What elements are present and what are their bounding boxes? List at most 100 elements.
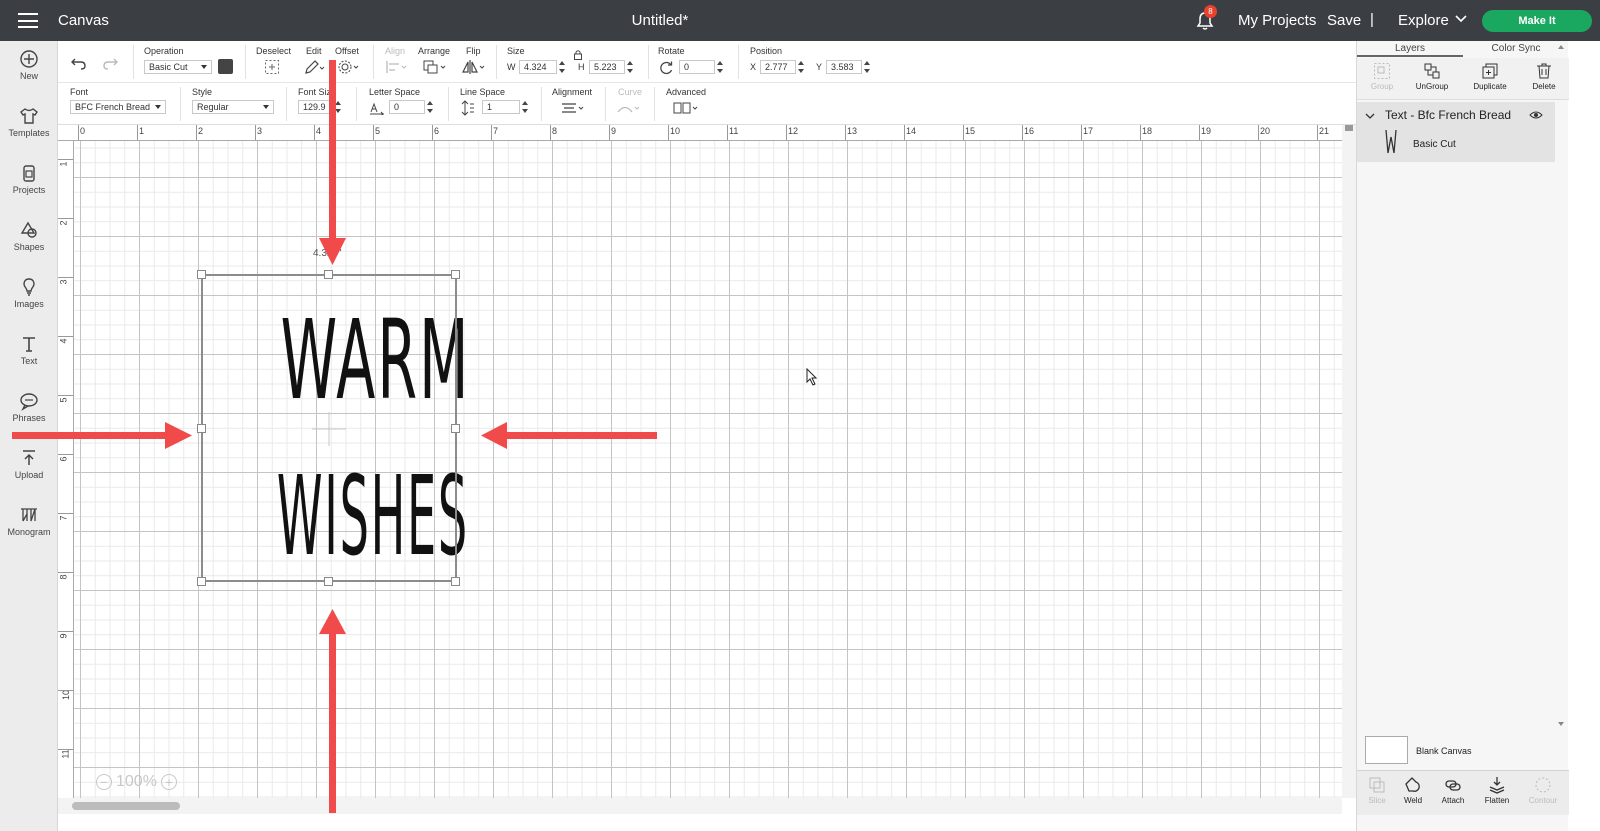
eye-icon[interactable] <box>1529 110 1543 120</box>
ruler-left-tick-label: 9 <box>58 633 69 639</box>
rotate-icon[interactable] <box>659 60 674 75</box>
font-size-stepper[interactable] <box>334 100 342 114</box>
ruler-top-tick-label: 13 <box>847 126 858 136</box>
resize-handle-right[interactable] <box>451 424 460 433</box>
width-stepper[interactable] <box>558 60 566 74</box>
position-y-input[interactable]: 3.583 <box>826 60 862 74</box>
ruler-left-tick <box>58 513 73 514</box>
color-swatch[interactable] <box>218 59 233 74</box>
ruler-top-tick <box>432 125 433 140</box>
height-input[interactable]: 5.223 <box>589 60 625 74</box>
pencil-icon[interactable] <box>304 59 326 75</box>
line-space-stepper[interactable] <box>521 100 529 114</box>
undo-icon[interactable] <box>70 56 88 70</box>
deselect-icon[interactable] <box>264 59 280 75</box>
toolbar-divider <box>448 87 449 121</box>
rotate-stepper[interactable] <box>716 60 724 74</box>
selection-box[interactable] <box>201 274 457 582</box>
header-separator: | <box>1370 11 1374 28</box>
height-stepper[interactable] <box>626 60 634 74</box>
operation-select[interactable]: Basic Cut <box>144 60 212 74</box>
align-icon <box>386 61 407 73</box>
position-x-stepper[interactable] <box>797 60 805 74</box>
ruler-left: 1 2 3 4 5 6 7 8 9 10 11 <box>58 141 74 798</box>
letter-space-input[interactable]: 0 <box>389 100 425 114</box>
letter-space-stepper[interactable] <box>426 100 434 114</box>
layer-tools: Group UnGroup Duplicate Delete <box>1357 58 1569 100</box>
arrange-icon[interactable] <box>422 59 448 75</box>
weld-button[interactable]: Weld <box>1393 776 1433 805</box>
ungroup-button[interactable]: UnGroup <box>1407 62 1457 91</box>
panel-scroll-up-icon[interactable] <box>1558 45 1564 49</box>
sidebar-item-phrases[interactable]: Phrases <box>0 383 58 435</box>
layer-group-title: Text - Bfc French Bread <box>1385 108 1512 122</box>
sidebar-item-monogram[interactable]: Monogram <box>0 497 58 549</box>
chevron-down-icon[interactable] <box>1365 112 1375 120</box>
document-title[interactable]: Untitled* <box>0 12 1320 29</box>
my-projects-link[interactable]: My Projects <box>1238 12 1316 29</box>
text-align-icon[interactable] <box>560 101 586 115</box>
position-y-stepper[interactable] <box>863 60 871 74</box>
advanced-icon[interactable] <box>672 101 700 115</box>
sidebar-item-text[interactable]: Text <box>0 326 58 378</box>
plus-circle-icon <box>20 50 38 68</box>
horizontal-scroll-thumb[interactable] <box>72 802 180 810</box>
panel-scroll-down-icon[interactable] <box>1558 722 1564 726</box>
sidebar-item-upload[interactable]: Upload <box>0 440 58 492</box>
toolbar-divider <box>286 87 287 121</box>
vertical-scrollbar[interactable] <box>1342 125 1356 798</box>
sidebar-item-shapes[interactable]: Shapes <box>0 212 58 264</box>
style-select[interactable]: Regular <box>192 100 274 114</box>
ruler-top-tick-label: 20 <box>1260 126 1271 136</box>
resize-handle-left[interactable] <box>197 424 206 433</box>
position-label: Position <box>750 46 783 56</box>
resize-handle-top-left[interactable] <box>197 270 206 279</box>
delete-button[interactable]: Delete <box>1519 62 1569 91</box>
resize-handle-bottom-right[interactable] <box>451 577 460 586</box>
resize-handle-top[interactable] <box>324 270 333 279</box>
duplicate-button[interactable]: Duplicate <box>1465 62 1515 91</box>
layer-group-text[interactable]: Text - Bfc French Bread Basic Cut <box>1357 102 1555 162</box>
scroll-up-arrow-icon[interactable] <box>1345 125 1353 131</box>
toolbar-divider <box>738 45 739 79</box>
text-toolbar: Font BFC French Bread Style Regular Font… <box>58 83 1382 125</box>
flip-icon[interactable] <box>461 59 487 75</box>
sidebar-item-new[interactable]: New <box>0 41 58 93</box>
zoom-out-icon[interactable]: − <box>96 774 112 790</box>
style-value: Regular <box>197 102 229 112</box>
flatten-button[interactable]: Flatten <box>1477 776 1517 805</box>
ruler-top-tick <box>196 125 197 140</box>
attach-button[interactable]: Attach <box>1433 776 1473 805</box>
width-input[interactable]: 4.324 <box>519 60 557 74</box>
operation-label: Operation <box>144 46 184 56</box>
tab-layers[interactable]: Layers <box>1357 41 1463 57</box>
font-size-input[interactable]: 129.9 <box>298 100 332 114</box>
save-link[interactable]: Save <box>1327 12 1361 29</box>
resize-handle-bottom-left[interactable] <box>197 577 206 586</box>
resize-handle-bottom[interactable] <box>324 577 333 586</box>
line-space-input[interactable]: 1 <box>482 100 520 114</box>
rotate-input[interactable]: 0 <box>679 60 715 74</box>
sidebar-item-projects[interactable]: Projects <box>0 155 58 207</box>
zoom-in-icon[interactable]: + <box>160 774 177 790</box>
ruler-top-tick <box>373 125 374 140</box>
horizontal-scrollbar[interactable] <box>58 798 1342 814</box>
explore-menu[interactable]: Explore <box>1398 12 1449 29</box>
ruler-left-tick-label: 3 <box>58 279 69 285</box>
redo-icon[interactable] <box>101 56 119 70</box>
lock-icon[interactable] <box>573 49 583 60</box>
position-x-input[interactable]: 2.777 <box>760 60 796 74</box>
make-it-button[interactable]: Make It <box>1482 10 1592 32</box>
blank-canvas-swatch[interactable] <box>1365 736 1408 764</box>
tab-color-sync[interactable]: Color Sync <box>1463 41 1569 57</box>
chevron-down-icon[interactable] <box>1454 14 1468 24</box>
sidebar-item-images[interactable]: Images <box>0 269 58 321</box>
font-select[interactable]: BFC French Bread <box>70 100 166 114</box>
offset-icon[interactable] <box>337 59 361 75</box>
monogram-icon <box>21 508 37 522</box>
lightbulb-icon <box>23 278 35 296</box>
resize-handle-top-right[interactable] <box>451 270 460 279</box>
sidebar-item-templates[interactable]: Templates <box>0 98 58 150</box>
group-icon <box>1374 63 1390 79</box>
advanced-label: Advanced <box>666 87 707 97</box>
